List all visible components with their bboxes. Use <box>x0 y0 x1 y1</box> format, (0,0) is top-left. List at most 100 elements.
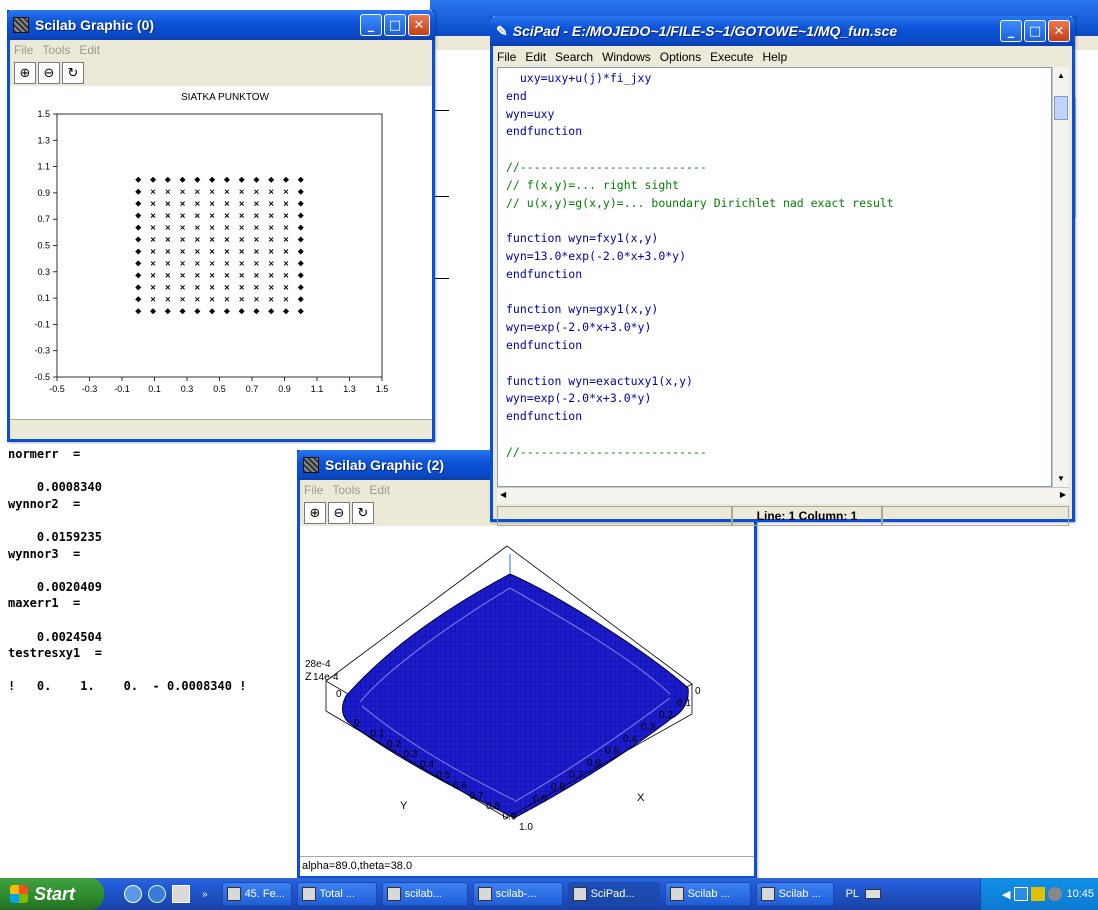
zoom-out-icon[interactable]: ⊖ <box>38 62 60 84</box>
interior-point <box>165 189 171 195</box>
scroll-thumb[interactable] <box>1054 96 1068 120</box>
horizontal-scrollbar[interactable]: ◀ ▶ <box>497 487 1069 504</box>
rotate-icon[interactable]: ↻ <box>352 502 374 524</box>
code-line[interactable] <box>506 212 1051 230</box>
code-line[interactable] <box>506 284 1051 302</box>
code-line[interactable]: endfunction <box>506 337 1051 355</box>
scroll-up-arrow[interactable]: ▲ <box>1053 67 1069 84</box>
scroll-down-arrow[interactable]: ▼ <box>1053 470 1069 487</box>
boundary-point <box>297 236 304 243</box>
code-line[interactable]: // f(x,y)=... right sight <box>506 177 1051 195</box>
task-button-2[interactable]: Total ... <box>296 882 377 906</box>
code-line[interactable]: endfunction <box>506 123 1051 141</box>
boundary-point <box>223 176 230 183</box>
task-button-5[interactable]: SciPad... <box>567 882 660 906</box>
scroll-left-arrow[interactable]: ◀ <box>500 490 506 499</box>
menu-tools[interactable]: Tools <box>42 43 70 57</box>
code-line[interactable] <box>506 426 1051 444</box>
menu-file[interactable]: File <box>304 483 323 497</box>
menu-file[interactable]: File <box>497 50 516 64</box>
zoom-in-icon[interactable]: ⊕ <box>14 62 36 84</box>
task-button-4[interactable]: scilab-... <box>472 882 563 906</box>
code-line[interactable]: endfunction <box>506 266 1051 284</box>
code-line[interactable]: //--------------------------- <box>506 444 1051 462</box>
y-tick-label: 1.3 <box>37 135 50 145</box>
minimize-button[interactable]: _ <box>1000 20 1022 42</box>
plot3d-canvas[interactable]: 28e-4 Z 14e-4 0 0 0.1 0.2 0.3 0.4 0.5 0.6 0.7 0.… <box>300 526 754 856</box>
plot-canvas[interactable]: SIATKA PUNKTOW -0.5 -0.3 -0.1 0.1 0.3 0.5 0.7 0… <box>10 86 432 419</box>
task-button-1[interactable]: 45. Fe... <box>221 882 292 906</box>
clock[interactable]: 10:45 <box>1066 888 1094 900</box>
interior-point <box>283 201 289 207</box>
menu-search[interactable]: Search <box>555 50 593 64</box>
code-line[interactable]: endfunction <box>506 408 1051 426</box>
language-indicator[interactable]: PL <box>846 888 859 900</box>
code-line[interactable]: function wyn=gxy1(x,y) <box>506 301 1051 319</box>
tray-arrow-icon[interactable]: ◀ <box>1002 888 1010 901</box>
code-line[interactable] <box>506 141 1051 159</box>
quicklaunch-ie-icon[interactable] <box>148 885 166 903</box>
console-line: 0.0159235 <box>8 529 102 544</box>
menu-execute[interactable]: Execute <box>710 50 753 64</box>
title-bar[interactable]: Scilab Graphic (0) _ □ ✕ <box>7 10 435 40</box>
maximize-button[interactable]: □ <box>384 14 406 36</box>
code-line[interactable]: function wyn=exactuxy1(x,y) <box>506 373 1051 391</box>
code-line[interactable]: uxy=uxy+u(j)*fi_jxy <box>506 70 1051 88</box>
close-button[interactable]: ✕ <box>1048 20 1070 42</box>
interior-point <box>180 261 185 266</box>
code-line[interactable]: wyn=exp(-2.0*x+3.0*y) <box>506 390 1051 408</box>
tray-speaker-icon[interactable] <box>1048 887 1063 901</box>
menu-edit[interactable]: Edit <box>369 483 390 497</box>
code-line[interactable]: wyn=uxy <box>506 106 1051 124</box>
interior-point <box>268 273 274 278</box>
plot-frame <box>56 113 383 378</box>
interior-point <box>180 237 185 242</box>
code-line[interactable]: wyn=13.0*exp(-2.0*x+3.0*y) <box>506 248 1051 266</box>
x-tick-label: 0.5 <box>213 384 226 394</box>
boundary-point <box>297 260 304 267</box>
code-editor[interactable]: uxy=uxy+u(j)*fi_jxy end wyn=uxy endfunction… <box>497 67 1052 487</box>
vertical-scrollbar[interactable]: ▲ ▼ <box>1052 67 1069 487</box>
console-line: 0.0024504 <box>8 629 102 644</box>
menu-file[interactable]: File <box>14 43 33 57</box>
title-bar[interactable]: ✎ SciPad - E:/MOJEDO~1/FILE-S~1/GOTOWE~1… <box>490 16 1075 46</box>
zoom-out-icon[interactable]: ⊖ <box>328 502 350 524</box>
menu-edit[interactable]: Edit <box>525 50 546 64</box>
interior-point <box>224 213 230 218</box>
menu-windows[interactable]: Windows <box>602 50 651 64</box>
menu-edit[interactable]: Edit <box>79 43 100 57</box>
quicklaunch-desktop-icon[interactable] <box>172 885 190 903</box>
code-line[interactable]: //--------------------------- <box>506 159 1051 177</box>
task-button-3[interactable]: scilab... <box>381 882 468 906</box>
code-line[interactable]: end <box>506 88 1051 106</box>
code-line[interactable] <box>506 355 1051 373</box>
interior-point <box>209 261 215 266</box>
start-button[interactable]: Start <box>0 878 104 910</box>
tray-ime-icon[interactable] <box>1014 887 1029 901</box>
keyboard-icon[interactable] <box>865 889 882 899</box>
interior-point <box>150 273 156 278</box>
quicklaunch-browser-icon[interactable] <box>124 885 142 903</box>
close-button[interactable]: ✕ <box>408 14 430 36</box>
code-line[interactable]: // u(x,y)=g(x,y)=... boundary Dirichlet … <box>506 195 1051 213</box>
menu-help[interactable]: Help <box>762 50 787 64</box>
interior-point <box>180 189 185 195</box>
minimize-button[interactable]: _ <box>360 14 382 36</box>
quicklaunch-expand-icon[interactable]: » <box>202 889 208 900</box>
code-line[interactable]: wyn=exp(-2.0*x+3.0*y) <box>506 319 1051 337</box>
menu-tools[interactable]: Tools <box>332 483 360 497</box>
interior-point <box>239 249 245 254</box>
rotate-icon[interactable]: ↻ <box>62 62 84 84</box>
boundary-point <box>194 308 201 315</box>
task-label: Total ... <box>319 888 356 900</box>
maximize-button[interactable]: □ <box>1024 20 1046 42</box>
y-tick-label: 0.9 <box>503 812 517 823</box>
tray-za-icon[interactable] <box>1031 887 1046 901</box>
menu-options[interactable]: Options <box>660 50 701 64</box>
task-button-6[interactable]: Scilab ... <box>664 882 751 906</box>
zoom-in-icon[interactable]: ⊕ <box>304 502 326 524</box>
scroll-right-arrow[interactable]: ▶ <box>1060 490 1066 499</box>
interior-point <box>180 213 185 218</box>
code-line[interactable]: function wyn=fxy1(x,y) <box>506 230 1051 248</box>
task-button-7[interactable]: Scilab ... <box>755 882 834 906</box>
